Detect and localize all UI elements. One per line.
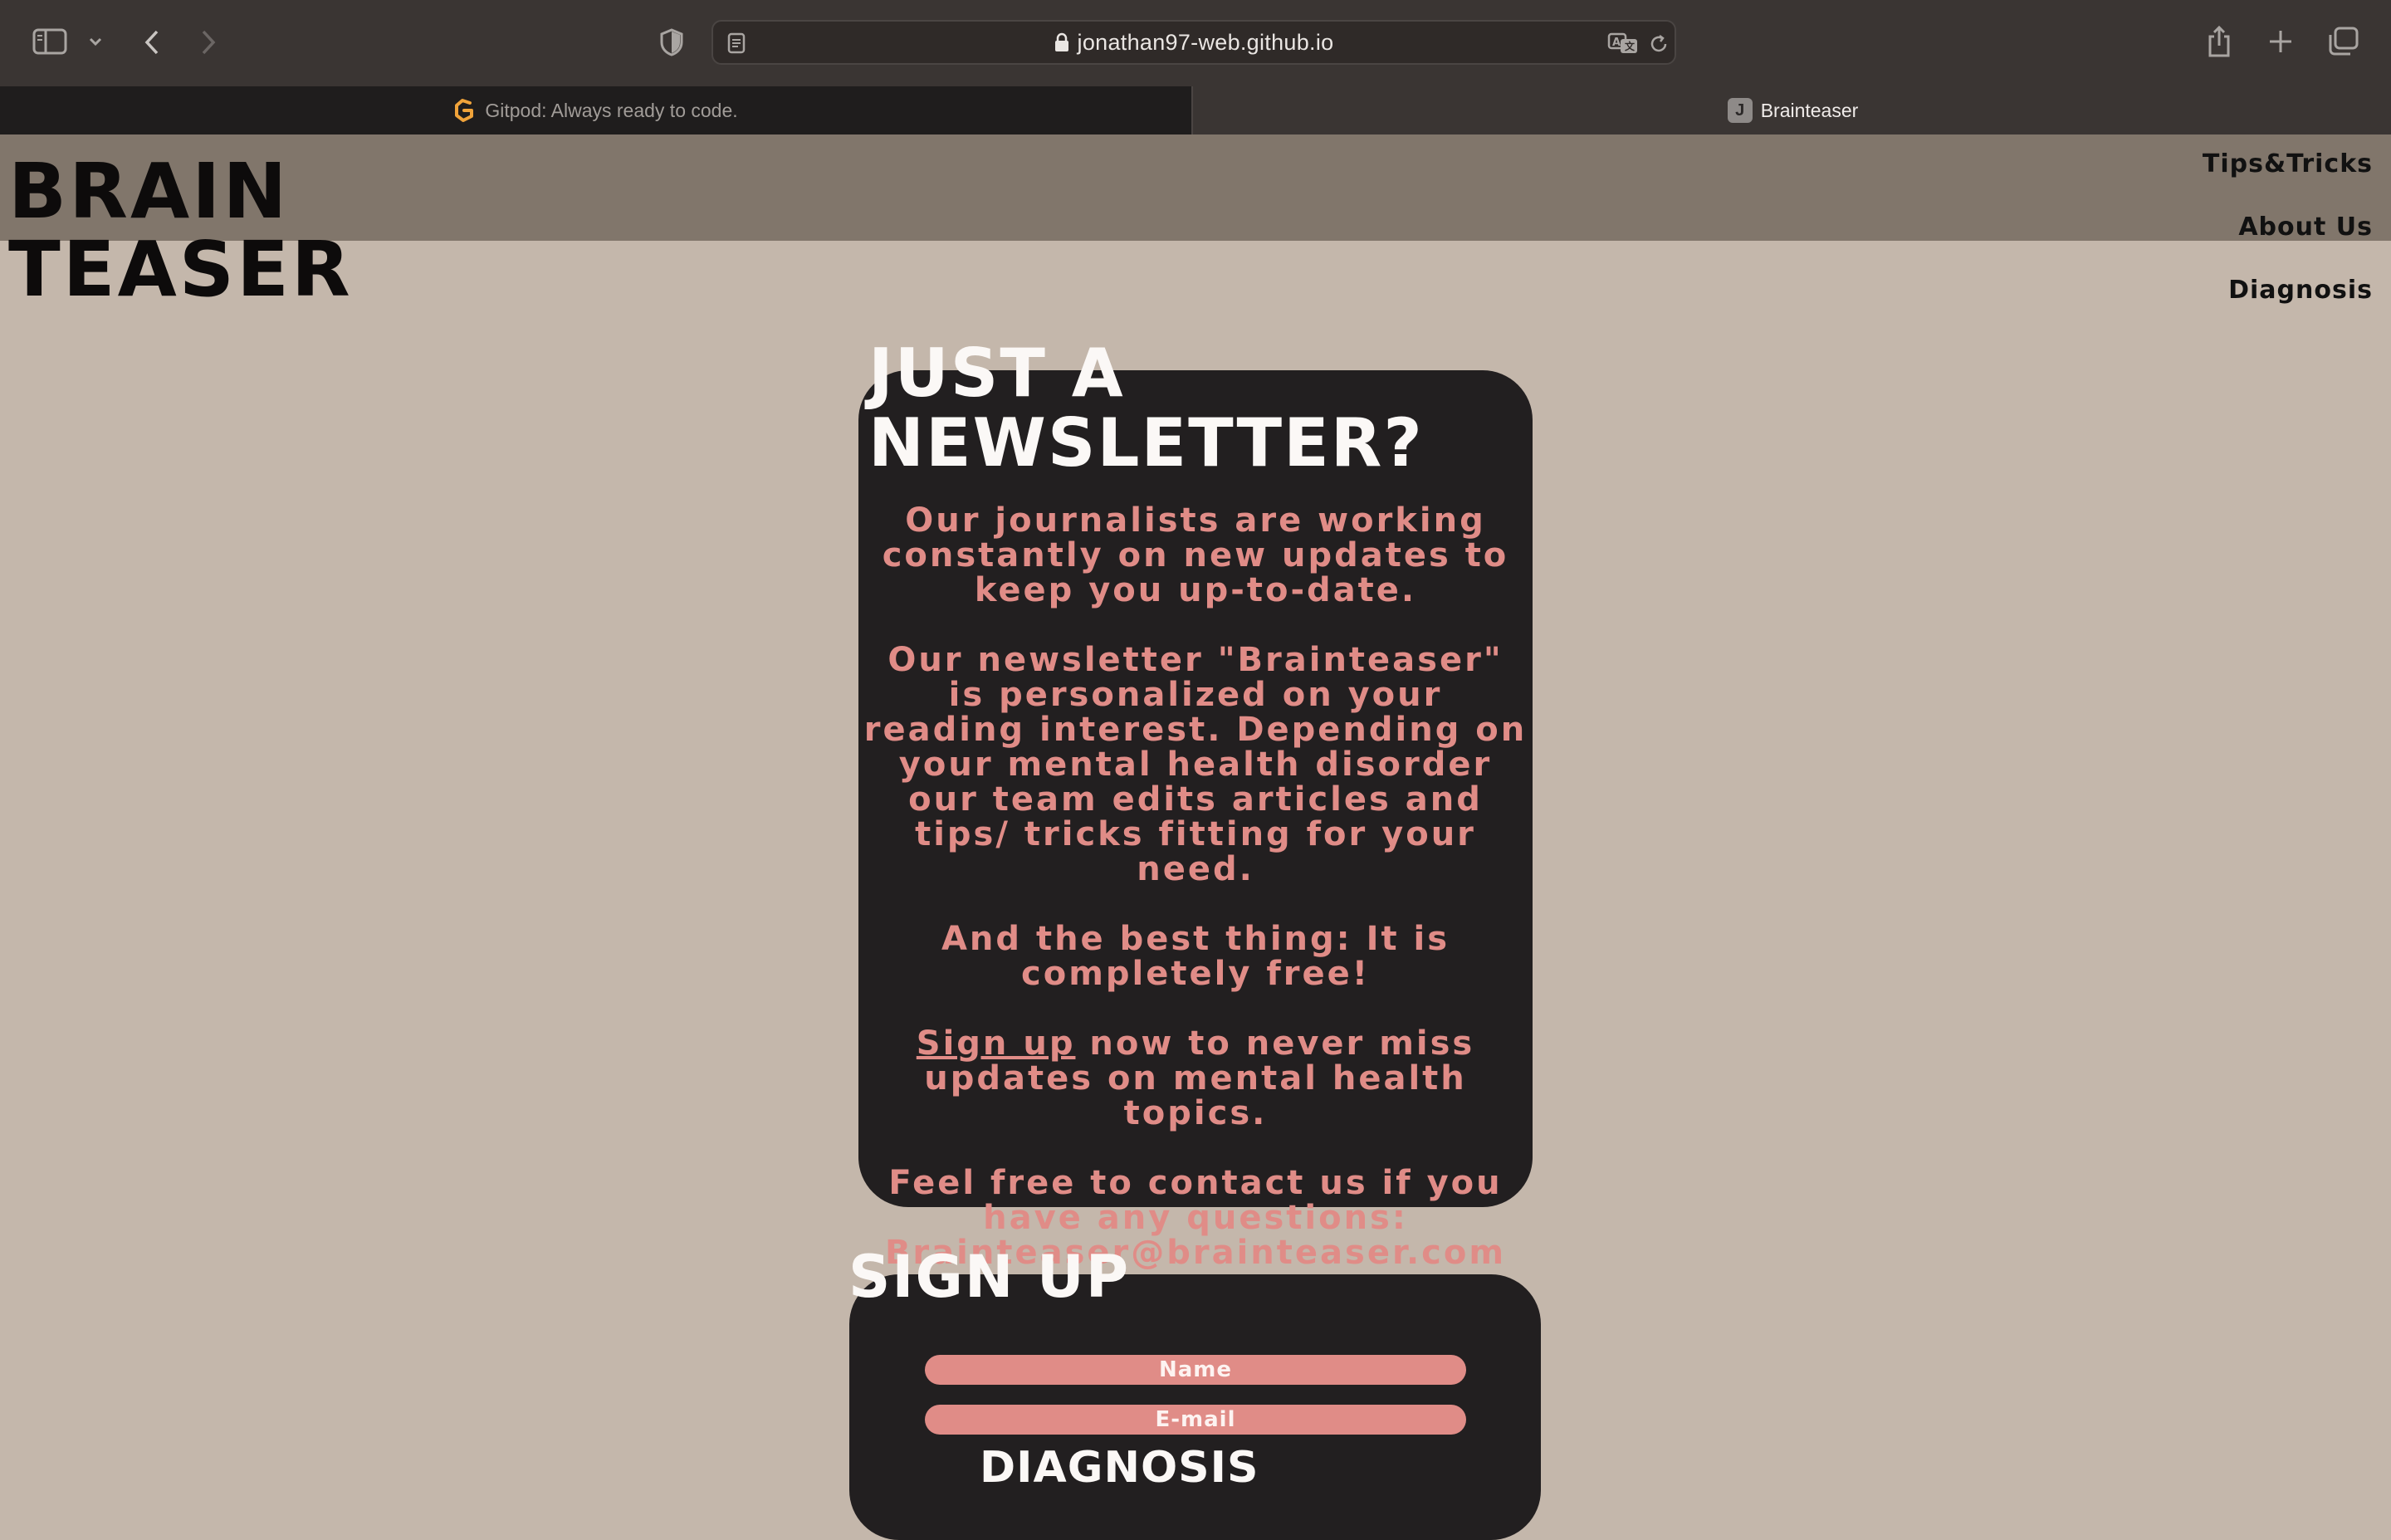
newsletter-title-line-2: NEWSLETTER? — [868, 404, 1424, 482]
name-input[interactable] — [925, 1355, 1466, 1385]
newsletter-paragraph: Our journalists are working constantly o… — [882, 501, 1509, 609]
site-logo[interactable]: BRAIN TEASER — [8, 153, 353, 309]
tab-overview-icon[interactable] — [2326, 25, 2359, 58]
nav-link-about-us[interactable]: About Us — [2203, 209, 2373, 272]
privacy-shield-icon[interactable] — [658, 27, 686, 58]
svg-text:A: A — [1612, 37, 1621, 49]
logo-line-2: TEASER — [8, 225, 353, 314]
gitpod-icon — [453, 98, 477, 123]
translate-icon[interactable]: A文 — [1606, 30, 1640, 56]
back-icon[interactable] — [139, 27, 164, 58]
share-icon[interactable] — [2205, 23, 2233, 60]
signup-title: SIGN UP — [848, 1243, 1131, 1311]
tab-label: Gitpod: Always ready to code. — [485, 99, 738, 121]
tab-bar: Gitpod: Always ready to code. J Braintea… — [0, 86, 2391, 134]
newsletter-title-line-1: JUST A — [868, 335, 1125, 412]
diagnosis-heading: DIAGNOSIS — [980, 1443, 1259, 1493]
new-tab-icon[interactable] — [2266, 27, 2295, 56]
main-nav: Tips&Tricks About Us Diagnosis — [2203, 146, 2373, 335]
tab-gitpod[interactable]: Gitpod: Always ready to code. — [0, 86, 1193, 134]
svg-text:文: 文 — [1625, 40, 1636, 52]
lock-icon — [1054, 32, 1069, 52]
tab-brainteaser[interactable]: J Brainteaser — [1195, 86, 2391, 134]
chevron-down-icon[interactable] — [86, 33, 105, 50]
newsletter-body: Our journalists are working constantly o… — [863, 503, 1528, 1305]
signup-link[interactable]: Sign up — [917, 1024, 1076, 1063]
email-input[interactable] — [925, 1405, 1466, 1435]
site-header-band — [0, 134, 2391, 241]
newsletter-paragraph: And the best thing: It is completely fre… — [941, 920, 1450, 993]
signup-paragraph: Sign up now to never miss updates on men… — [863, 1026, 1528, 1131]
favicon-letter: J — [1727, 98, 1753, 123]
browser-toolbar: jonathan97-web.github.io A文 — [0, 0, 2391, 86]
tab-label: Brainteaser — [1760, 99, 1859, 121]
url-text: jonathan97-web.github.io — [1077, 29, 1334, 55]
reload-icon[interactable] — [1646, 32, 1671, 56]
j-favicon-icon: J — [1727, 98, 1753, 123]
nav-link-diagnosis[interactable]: Diagnosis — [2203, 272, 2373, 335]
nav-link-tips-tricks[interactable]: Tips&Tricks — [2203, 146, 2373, 209]
sidebar-toggle-icon[interactable] — [32, 27, 68, 56]
logo-line-1: BRAIN — [8, 147, 290, 236]
address-bar[interactable]: jonathan97-web.github.io A文 — [711, 20, 1676, 65]
newsletter-paragraph: Our newsletter "Brainteaser" is personal… — [863, 641, 1528, 888]
newsletter-title: JUST A NEWSLETTER? — [868, 339, 1424, 478]
forward-icon[interactable] — [196, 27, 221, 58]
